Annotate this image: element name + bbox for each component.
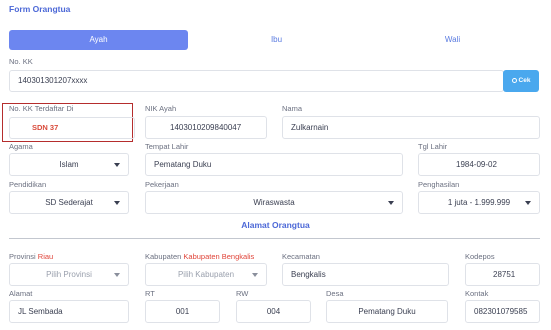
alamat-section-title: Alamat Orangtua <box>241 220 310 230</box>
agama-select[interactable]: Islam <box>9 153 129 176</box>
no-kk-terdaftar-label: No. KK Terdaftar Di <box>9 104 74 113</box>
desa-input[interactable]: Pematang Duku <box>326 300 448 323</box>
kabupaten-select[interactable]: Pilih Kabupaten <box>145 263 267 286</box>
chevron-down-icon <box>525 201 531 205</box>
kabupaten-label: Kabupaten Kabupaten Bengkalis <box>145 252 255 261</box>
kodepos-input[interactable]: 28751 <box>465 263 540 286</box>
penghasilan-select[interactable]: 1 juta - 1.999.999 <box>418 191 540 214</box>
cek-button-label: Cek <box>518 77 531 84</box>
kecamatan-label: Kecamatan <box>282 252 320 261</box>
chevron-down-icon <box>114 163 120 167</box>
penghasilan-label: Penghasilan <box>418 180 460 189</box>
cek-button[interactable]: Cek <box>503 70 539 92</box>
agama-label: Agama <box>9 142 33 151</box>
provinsi-select[interactable]: Pilih Provinsi <box>9 263 129 286</box>
chevron-down-icon <box>252 273 258 277</box>
kabupaten-selected: Kabupaten Bengkalis <box>183 252 255 261</box>
pendidikan-select[interactable]: SD Sederajat <box>9 191 129 214</box>
no-kk-input[interactable]: 140301301207xxxx <box>9 70 504 92</box>
provinsi-label: Provinsi Riau <box>9 252 54 261</box>
pendidikan-label: Pendidikan <box>9 180 47 189</box>
pekerjaan-select[interactable]: Wiraswasta <box>145 191 403 214</box>
alamat-input[interactable]: JL Sembada <box>9 300 129 323</box>
chevron-down-icon <box>114 273 120 277</box>
provinsi-placeholder: Pilih Provinsi <box>46 270 92 279</box>
tempat-lahir-label: Tempat Lahir <box>145 142 189 151</box>
nama-label: Nama <box>282 104 303 113</box>
alamat-label: Alamat <box>9 289 33 298</box>
parent-tabs: Ayah Ibu Wali <box>9 30 540 50</box>
tgl-lahir-label: Tgl Lahir <box>418 142 448 151</box>
provinsi-selected: Riau <box>37 252 54 261</box>
chevron-down-icon <box>114 201 120 205</box>
chevron-down-icon <box>388 201 394 205</box>
rt-label: RT <box>145 289 155 298</box>
rw-input[interactable]: 004 <box>236 300 311 323</box>
no-kk-terdaftar-value: SDN 37 <box>9 117 135 139</box>
desa-label: Desa <box>326 289 344 298</box>
form-title: Form Orangtua <box>9 4 71 14</box>
rt-input[interactable]: 001 <box>145 300 220 323</box>
tab-ayah[interactable]: Ayah <box>9 30 188 50</box>
kontak-input[interactable]: 082301079585 <box>465 300 540 323</box>
tab-wali[interactable]: Wali <box>365 30 540 50</box>
nik-ayah-label: NIK Ayah <box>145 104 177 113</box>
tab-ibu[interactable]: Ibu <box>188 30 365 50</box>
kabupaten-placeholder: Pilih Kabupaten <box>177 270 235 279</box>
section-divider <box>9 238 540 239</box>
pekerjaan-label: Pekerjaan <box>145 180 179 189</box>
rw-label: RW <box>236 289 249 298</box>
search-icon <box>511 77 517 83</box>
penghasilan-value: 1 juta - 1.999.999 <box>447 198 511 207</box>
pekerjaan-value: Wiraswasta <box>253 198 295 207</box>
kodepos-label: Kodepos <box>465 252 495 261</box>
tgl-lahir-input[interactable]: 1984-09-02 <box>418 153 540 176</box>
kecamatan-input[interactable]: Bengkalis <box>282 263 449 286</box>
nama-input[interactable]: Zulkarnain <box>282 116 540 139</box>
tempat-lahir-input[interactable]: Pematang Duku <box>145 153 403 176</box>
kontak-label: Kontak <box>465 289 489 298</box>
pendidikan-value: SD Sederajat <box>45 198 93 207</box>
agama-value: Islam <box>59 160 79 169</box>
nik-ayah-input[interactable]: 1403010209840047 <box>145 116 267 139</box>
no-kk-label: No. KK <box>9 57 33 66</box>
